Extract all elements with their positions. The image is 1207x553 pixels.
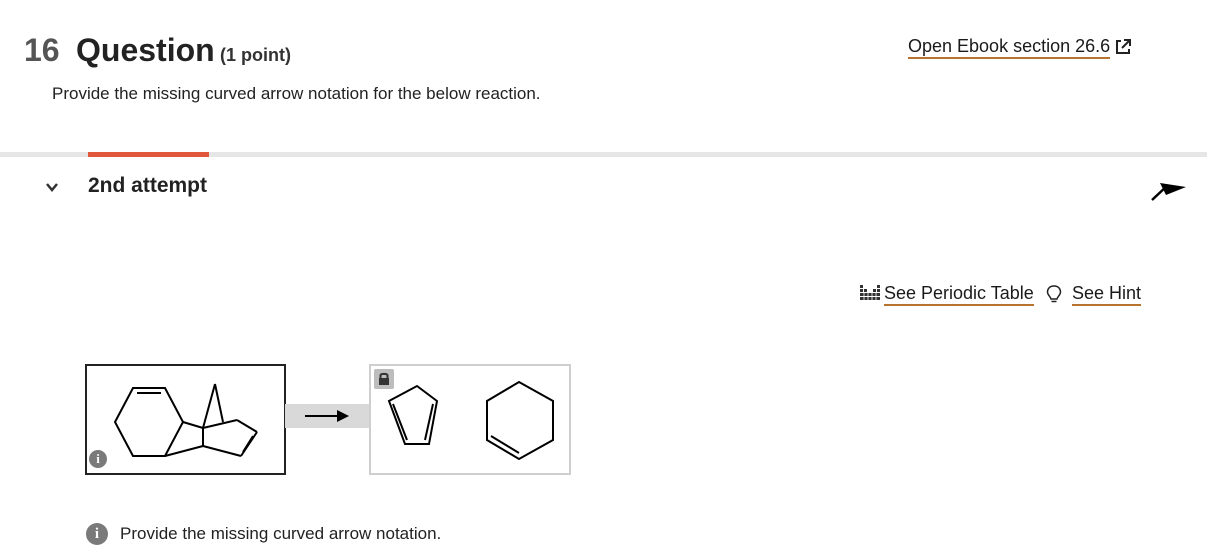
see-periodic-table-link[interactable]: See Periodic Table <box>884 282 1034 306</box>
chevron-down-icon[interactable] <box>44 180 60 194</box>
attempt-label[interactable]: 2nd attempt <box>88 174 207 198</box>
reactant-molecule-drawing <box>113 383 258 457</box>
lock-icon <box>374 369 394 389</box>
reaction-arrow <box>285 404 370 428</box>
reactant-info-icon[interactable]: i <box>89 450 107 468</box>
question-title: Question <box>76 32 215 68</box>
feedback-info-icon: i <box>86 523 108 545</box>
product-structure-box <box>369 364 571 475</box>
question-points: (1 point) <box>220 45 291 65</box>
question-prompt: Provide the missing curved arrow notatio… <box>52 84 541 103</box>
periodic-table-icon[interactable] <box>860 283 880 301</box>
lightbulb-icon[interactable] <box>1046 284 1062 304</box>
product-molecules-drawing <box>387 380 554 461</box>
active-attempt-indicator <box>88 152 209 157</box>
open-ebook-link[interactable]: Open Ebook section 26.6 <box>908 35 1111 59</box>
reactant-structure-box[interactable] <box>85 364 286 475</box>
collapse-arrow-icon[interactable] <box>1148 173 1188 203</box>
question-number: 16 <box>24 32 60 68</box>
feedback-message: Provide the missing curved arrow notatio… <box>120 524 442 543</box>
see-hint-link[interactable]: See Hint <box>1072 282 1142 306</box>
external-link-icon[interactable] <box>1114 38 1132 56</box>
